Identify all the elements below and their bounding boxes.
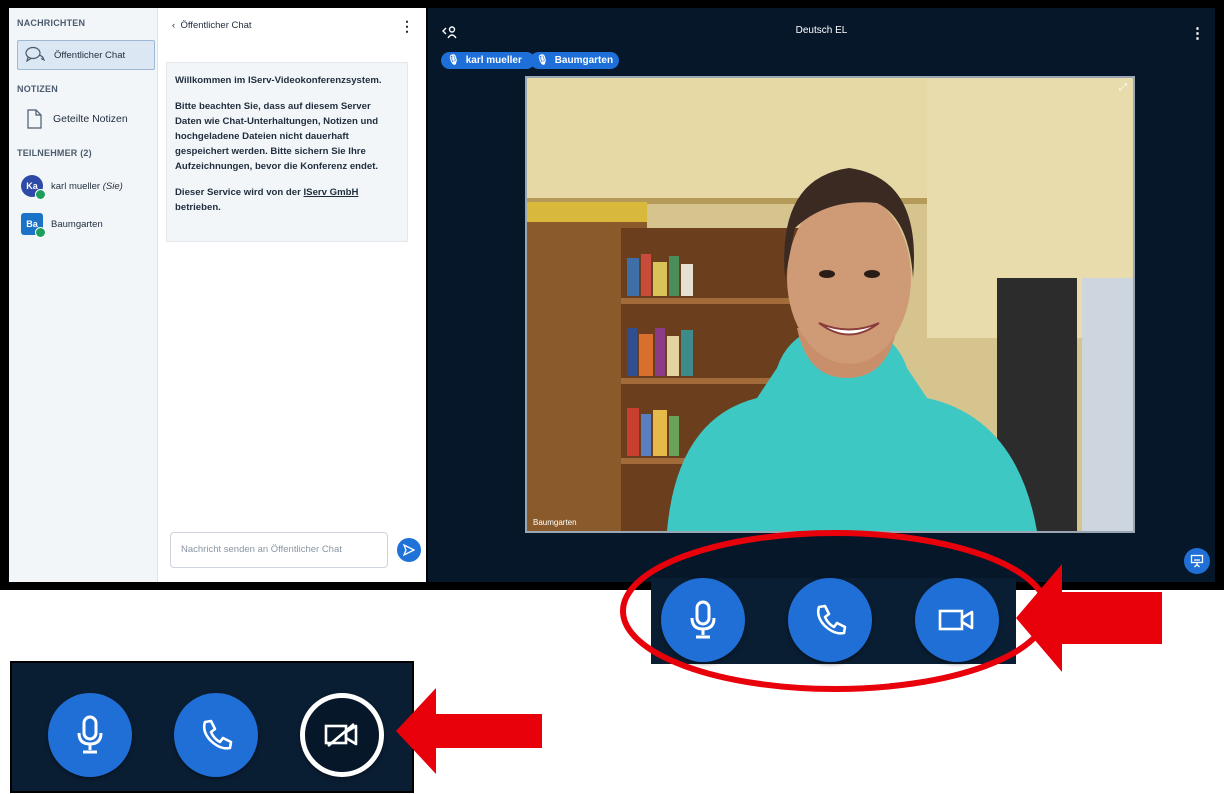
- video-label: Baumgarten: [533, 518, 577, 527]
- participant-name: Baumgarten: [51, 218, 103, 230]
- webcam-video: ⤢ Baumgarten: [525, 76, 1135, 533]
- fullscreen-icon[interactable]: ⤢: [1119, 82, 1127, 93]
- chat-back-link[interactable]: ‹ Öffentlicher Chat: [172, 20, 252, 31]
- sidebar: NACHRICHTEN Öffentlicher Chat NOTIZEN Ge…: [9, 8, 158, 582]
- sidebar-item-public-chat[interactable]: Öffentlicher Chat: [17, 40, 155, 70]
- webcam-image: [527, 78, 1133, 531]
- welcome-heading: Willkommen im IServ-Videokonferenzsystem…: [175, 75, 382, 86]
- sidebar-item-shared-notes[interactable]: Geteilte Notizen: [17, 106, 153, 132]
- options-menu-icon[interactable]: ⋮: [1190, 24, 1205, 42]
- conference-window: NACHRICHTEN Öffentlicher Chat NOTIZEN Ge…: [0, 0, 1224, 590]
- participant-item[interactable]: Ka karl mueller (Sie): [17, 172, 153, 200]
- microphone-icon: 🎙︎: [447, 55, 460, 66]
- participant-name: karl mueller: [51, 180, 101, 192]
- phone-button[interactable]: [174, 693, 258, 777]
- iserv-link[interactable]: IServ GmbH: [304, 187, 359, 198]
- arrow-left-icon: [396, 688, 542, 774]
- messages-heading: NACHRICHTEN: [17, 18, 86, 28]
- welcome-service-text: Dieser Service wird von der: [175, 187, 304, 198]
- presentation-icon: [1190, 554, 1204, 568]
- notes-heading: NOTIZEN: [17, 84, 58, 94]
- participants-heading: TEILNEHMER (2): [17, 148, 92, 158]
- camera-off-button[interactable]: [300, 693, 384, 777]
- send-button[interactable]: [397, 538, 421, 562]
- talking-indicator: 🎙︎ karl mueller: [441, 52, 535, 69]
- talker-name: Baumgarten: [554, 55, 614, 66]
- chat-title: Öffentlicher Chat: [180, 20, 252, 31]
- talker-name: karl mueller: [465, 55, 522, 66]
- talking-indicator: 🎙︎ Baumgarten: [530, 52, 619, 69]
- presentation-stage: Deutsch EL ⋮ 🎙︎ karl mueller 🎙︎ Baumgarten: [428, 8, 1215, 582]
- participant-item[interactable]: Ba Baumgarten: [17, 210, 153, 238]
- avatar: Ka: [21, 175, 46, 200]
- microphone-icon: 🎙︎: [536, 55, 549, 66]
- microphone-button[interactable]: [48, 693, 132, 777]
- meeting-title: Deutsch EL: [795, 25, 848, 36]
- microphone-icon: [77, 715, 103, 754]
- participant-self-marker: (Sie): [102, 180, 123, 192]
- welcome-message: Willkommen im IServ-Videokonferenzsystem…: [166, 62, 408, 242]
- send-icon: [403, 544, 415, 556]
- media-controls-camera-off: [10, 661, 414, 793]
- avatar: Ba: [21, 213, 46, 238]
- shared-notes-label: Geteilte Notizen: [53, 113, 128, 125]
- presentation-toggle-button[interactable]: [1184, 548, 1210, 574]
- chat-panel: ‹ Öffentlicher Chat ⋮ Willkommen im ISer…: [158, 8, 426, 582]
- welcome-service-suffix: betrieben.: [175, 202, 221, 213]
- chat-message-input[interactable]: Nachricht senden an Öffentlicher Chat: [170, 532, 388, 568]
- phone-icon: [202, 719, 233, 750]
- document-icon: [23, 108, 45, 130]
- camera-off-icon: [324, 723, 358, 747]
- arrow-left-icon: [1016, 564, 1162, 672]
- highlight-ellipse: [620, 530, 1050, 692]
- welcome-notice: Bitte beachten Sie, dass auf diesem Serv…: [175, 101, 379, 172]
- public-chat-label: Öffentlicher Chat: [54, 49, 126, 61]
- kebab-menu-icon[interactable]: ⋮: [400, 18, 414, 35]
- chat-bubbles-icon: [24, 44, 46, 66]
